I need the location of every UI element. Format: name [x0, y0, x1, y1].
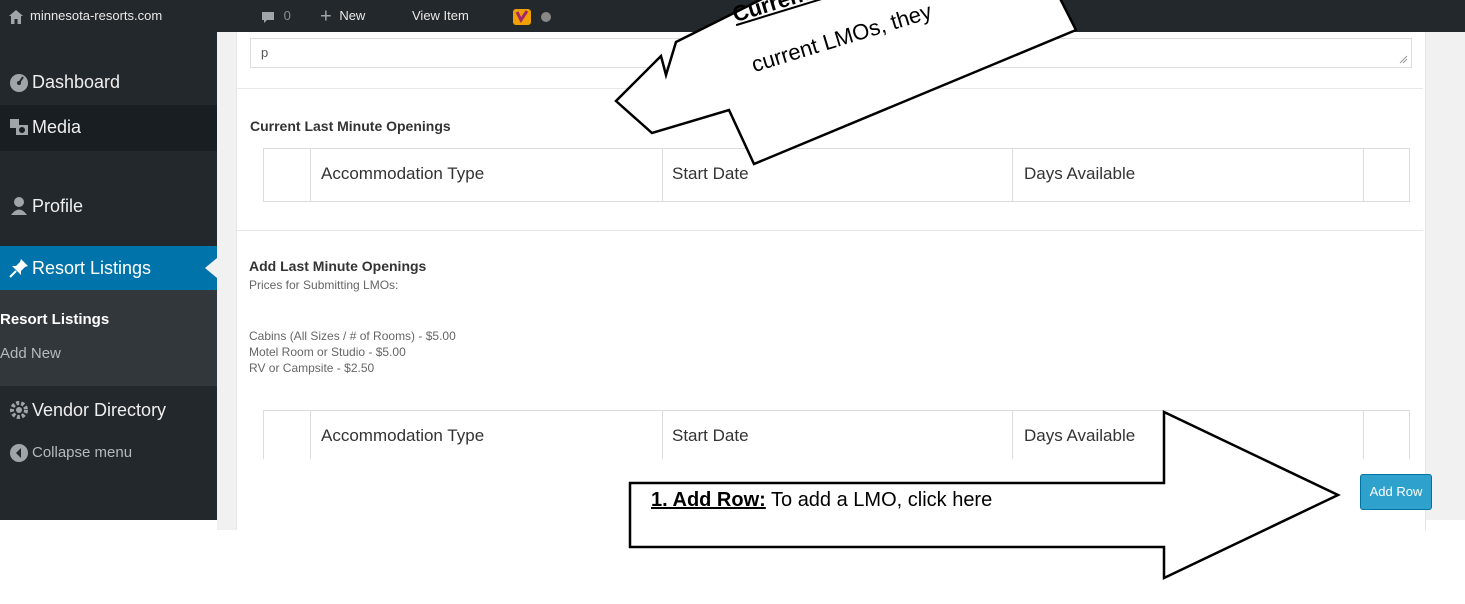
callout-bottom-text: 1. Add Row: To add a LMO, click here [651, 489, 992, 512]
callout-bottom-title: 1. Add Row: [651, 489, 766, 511]
callout-bottom-description: To add a LMO, click here [765, 489, 993, 511]
add-row-callout-arrow [628, 410, 1341, 580]
